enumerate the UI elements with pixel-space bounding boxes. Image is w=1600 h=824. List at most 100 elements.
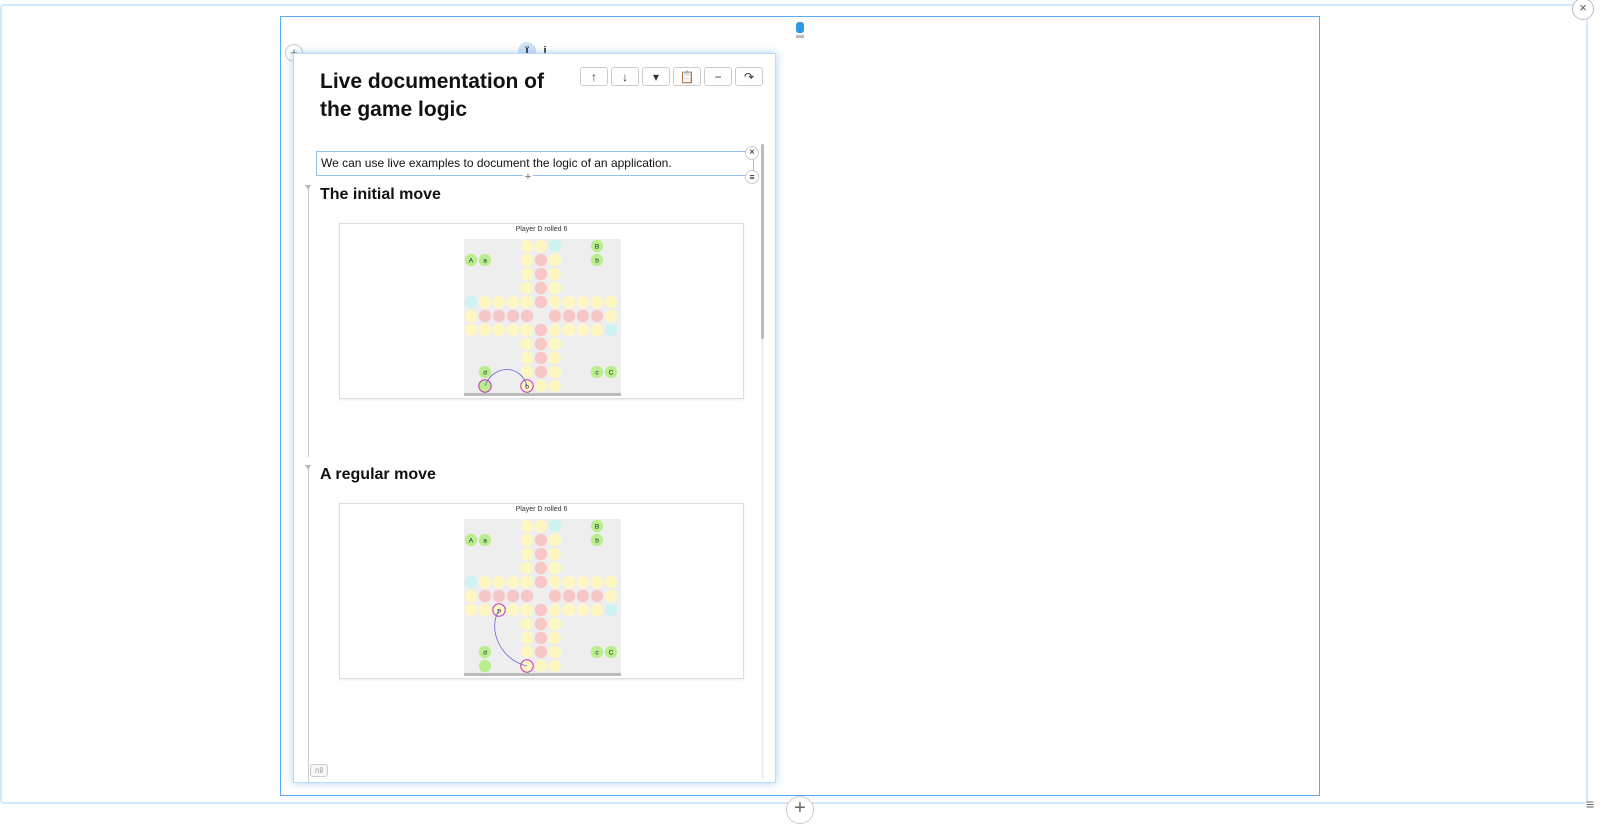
move-up-button[interactable]: ↑ [580,67,608,86]
board-field [478,589,492,603]
board-field [548,281,562,295]
board-field [520,239,534,253]
intro-text-cell[interactable]: We can use live examples to document the… [316,151,754,176]
nil-badge: nil [310,764,329,777]
board-field [520,575,534,589]
board-field [492,295,506,309]
close-cell-icon[interactable]: × [745,146,759,160]
board-field [506,295,520,309]
board-field [534,561,548,575]
add-below-button[interactable]: + [786,796,814,824]
board-field [478,575,492,589]
section-rail[interactable] [305,185,311,457]
game-board: AaBbcCdp [464,519,621,676]
board-field [534,617,548,631]
board-edge [464,393,621,396]
board-field [548,365,562,379]
board-field [534,253,548,267]
board-field [506,589,520,603]
board-field [604,575,618,589]
board-field [534,547,548,561]
board-field [534,603,548,617]
board-field [464,575,478,589]
board-field [520,323,534,337]
board-field [562,295,576,309]
board-field [576,589,590,603]
board-field [464,589,478,603]
game-caption: Player D rolled 6 [515,226,568,233]
board-field [464,603,478,617]
board-field [534,575,548,589]
board-svg: AaBbc Cdp [464,519,621,676]
board-field [464,309,478,323]
board-field [548,351,562,365]
token-label: b [525,384,529,391]
board-field [548,631,562,645]
home-label: A [469,538,474,545]
board-field [534,337,548,351]
section-title: A regular move [320,466,436,483]
board-field [548,533,562,547]
board-field [534,281,548,295]
board-field [590,295,604,309]
remove-button[interactable]: − [704,67,732,86]
board-field [534,365,548,379]
board-field [464,295,478,309]
board-field [520,589,534,603]
redo-button[interactable]: ↷ [735,67,763,86]
board-field [534,631,548,645]
board-field [534,323,548,337]
home-label: d [483,650,487,657]
home-label: A [469,258,474,265]
scrollbar-thumb[interactable] [761,144,764,339]
board-field [534,519,548,533]
board-field [520,617,534,631]
board-edge [464,673,621,676]
home-label: d [483,370,487,377]
board-field [520,253,534,267]
board-field [534,295,548,309]
board-field [562,589,576,603]
board-field [548,603,562,617]
page-title: Live documentation of the game logic [320,70,545,121]
board-field [548,323,562,337]
board-field [590,603,604,617]
board-field [478,603,492,617]
board-field [520,295,534,309]
board-field [576,309,590,323]
board-field [548,659,562,673]
notebook-card: Live documentation of the game logic ↑ ↓… [293,53,776,783]
section-rail[interactable] [305,465,311,782]
add-below-icon[interactable]: + [523,172,533,183]
board-field [492,575,506,589]
home-label: b [595,258,599,265]
home-label: C [609,370,614,377]
board-field [534,239,548,253]
close-icon[interactable]: × [1572,0,1594,20]
game-caption: Player D rolled 6 [515,506,568,513]
move-path [484,369,528,387]
canvas-handle-icon[interactable] [796,22,804,33]
home-label: B [595,244,599,251]
board-field [534,379,548,393]
board-field [590,309,604,323]
board-field [534,267,548,281]
board-field [604,295,618,309]
move-down-button[interactable]: ↓ [611,67,639,86]
board-field [548,253,562,267]
home-label: B [595,524,599,531]
board-field [548,589,562,603]
board-field [562,309,576,323]
dropdown-button[interactable]: ▾ [642,67,670,86]
board-field [562,575,576,589]
clipboard-button[interactable]: 📋 [673,67,701,86]
cell-menu-icon[interactable]: ≡ [745,170,759,184]
board-field [576,323,590,337]
board-field [492,589,506,603]
home-label: a [483,258,487,265]
menu-icon[interactable]: ≡ [1586,796,1600,812]
board-field [562,323,576,337]
game-view: Player D rolled 6 AaBbcCdp [339,503,744,679]
board-field [590,589,604,603]
board-field [548,337,562,351]
